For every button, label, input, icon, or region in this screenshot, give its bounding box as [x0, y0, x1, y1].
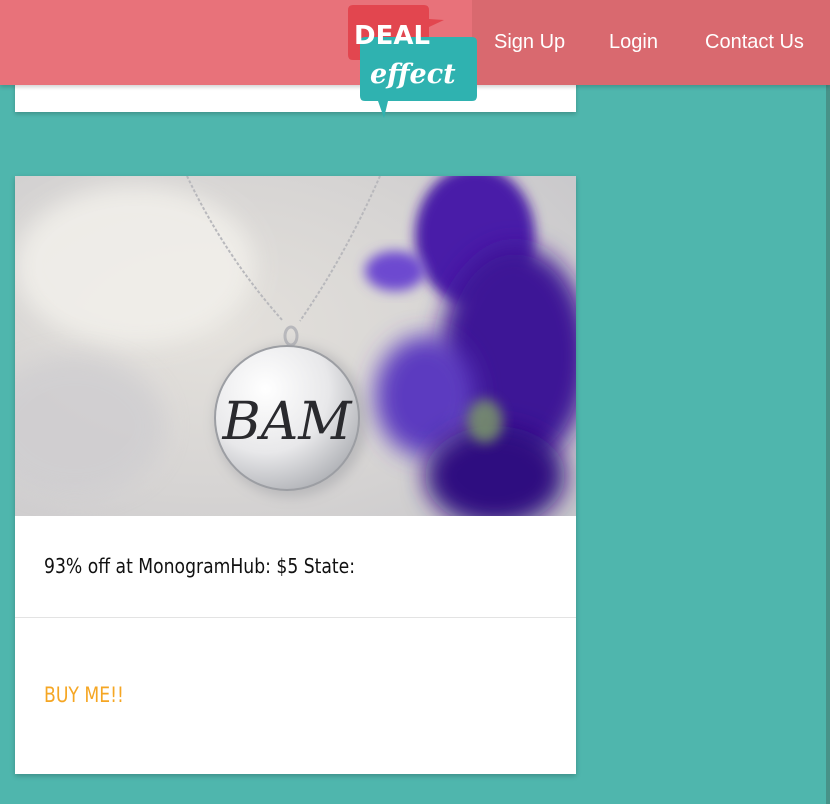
card-divider: [15, 617, 576, 618]
nav-login-link[interactable]: Login: [609, 0, 658, 85]
buy-me-link[interactable]: BUY ME!!: [44, 683, 124, 707]
deal-effect-logo[interactable]: DEAL effect: [344, 0, 484, 122]
deal-card: BAM 93% off at MonogramHub: $5 State: BU…: [15, 176, 576, 774]
logo-deal-text: DEAL: [354, 21, 430, 51]
deal-title: 93% off at MonogramHub: $5 State:: [44, 554, 356, 578]
monogram-text: BAM: [221, 392, 353, 452]
nav-contact-us-link[interactable]: Contact Us: [705, 0, 804, 85]
logo-effect-text: effect: [370, 59, 456, 90]
page-edge-strip: [826, 85, 830, 804]
deal-image[interactable]: BAM: [15, 176, 576, 516]
nav-sign-up-link[interactable]: Sign Up: [494, 0, 565, 85]
deal-effect-logo-icon: DEAL effect: [348, 5, 477, 118]
monogram-necklace-photo-icon: BAM: [15, 176, 576, 516]
